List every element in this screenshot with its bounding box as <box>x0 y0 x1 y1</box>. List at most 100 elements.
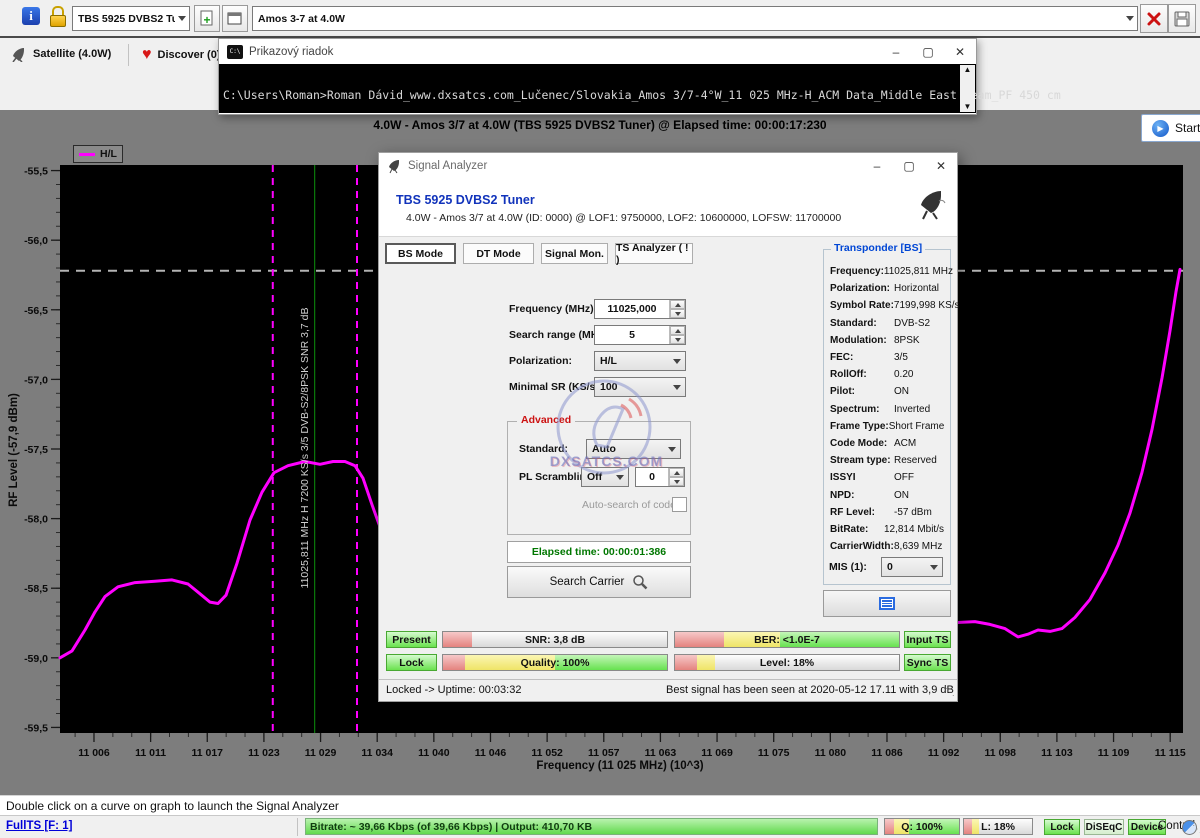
transponder-row: Polarization:Horizontal <box>830 283 944 298</box>
dialog-title: Signal Analyzer <box>408 160 487 172</box>
chevron-down-icon <box>926 565 942 570</box>
svg-text:11 086: 11 086 <box>871 747 903 759</box>
diseqc-button[interactable]: DiSEqC <box>1084 819 1124 835</box>
cmd-maximize-button[interactable]: ▢ <box>912 39 944 64</box>
tab-dt-mode[interactable]: DT Mode <box>463 243 534 264</box>
transponder-list-button[interactable] <box>823 590 951 617</box>
search-range-spinner[interactable]: 5 <box>594 325 686 345</box>
cmd-console[interactable]: C:\Users\Roman>Roman Dávid_www.dxsatcs.c… <box>219 64 976 113</box>
polarization-dropdown[interactable]: H/L <box>594 351 686 371</box>
mis-dropdown[interactable]: 0 <box>881 557 943 577</box>
advanced-title: Advanced <box>517 414 575 426</box>
new-feed-button[interactable]: + <box>194 5 220 32</box>
svg-text:11 075: 11 075 <box>758 747 790 759</box>
save-button[interactable] <box>1168 4 1196 33</box>
satellite-label: Satellite (4.0W) <box>33 48 111 60</box>
spin-up-icon[interactable] <box>669 468 684 477</box>
quality-bar: Quality: 100% <box>442 654 668 671</box>
legend-line-swatch <box>79 153 95 156</box>
app-window: i TBS 5925 DVBS2 Tuner + Amos 3-7 at 4.0… <box>0 0 1200 838</box>
bitrate-progressbar: Bitrate: ~ 39,66 Kbps (of 39,66 Kbps) | … <box>305 818 878 835</box>
cmd-titlebar[interactable]: C:\ Prikazový riadok – ▢ ✕ <box>219 39 976 64</box>
tab-bs-mode[interactable]: BS Mode <box>385 243 456 264</box>
lock-status-button[interactable]: Lock <box>1044 819 1080 835</box>
autosearch-checkbox[interactable] <box>672 497 687 512</box>
tuner-select-value: TBS 5925 DVBS2 Tuner <box>73 13 175 25</box>
transponder-groupbox: Frequency:11025,811 MHz Polarization:Hori… <box>823 249 951 585</box>
present-indicator[interactable]: Present <box>386 631 437 648</box>
transponder-row: Frequency:11025,811 MHz <box>830 266 944 281</box>
mis-value: 0 <box>882 561 926 573</box>
tab-signal-mon[interactable]: Signal Mon. <box>541 243 608 264</box>
legend-label: H/L <box>100 148 117 160</box>
minimal-sr-dropdown[interactable]: 100 <box>594 377 686 397</box>
main-toolbar: i TBS 5925 DVBS2 Tuner + Amos 3-7 at 4.0… <box>0 0 1200 38</box>
chevron-down-icon <box>664 447 680 452</box>
svg-text:11 017: 11 017 <box>191 747 223 759</box>
dialog-titlebar[interactable]: Signal Analyzer – ▢ ✕ <box>379 153 957 179</box>
pl-code-spinner[interactable]: 0 <box>635 467 685 487</box>
svg-text:11 052: 11 052 <box>531 747 563 759</box>
pl-scrambling-value: Off <box>582 471 612 483</box>
quality-mini-bar: Q: 100% <box>884 818 960 835</box>
pl-scrambling-dropdown[interactable]: Off <box>581 467 629 487</box>
discover-label: Discover (0) <box>158 49 221 61</box>
transponder-row: RollOff:0.20 <box>830 369 944 384</box>
spin-down-icon[interactable] <box>670 335 685 344</box>
chevron-down-icon[interactable] <box>1123 16 1137 21</box>
spin-up-icon[interactable] <box>670 326 685 335</box>
polarization-value: H/L <box>595 355 669 367</box>
feed-name-combobox[interactable]: Amos 3-7 at 4.0W <box>252 6 1138 31</box>
spin-up-icon[interactable] <box>670 300 685 309</box>
lock-indicator[interactable]: Lock <box>386 654 437 671</box>
lock-icon[interactable] <box>50 6 66 27</box>
window-button[interactable] <box>222 5 248 32</box>
tab-ts-analyzer[interactable]: TS Analyzer ( ! ) <box>615 243 693 264</box>
transponder-row: Pilot:ON <box>830 386 944 401</box>
sync-ts-indicator[interactable]: Sync TS <box>904 654 951 671</box>
satellite-toolbar-button[interactable]: Satellite (4.0W) <box>10 46 111 62</box>
tuner-select[interactable]: TBS 5925 DVBS2 Tuner <box>72 6 190 31</box>
satellite-dish-logo <box>915 187 947 221</box>
search-range-value: 5 <box>595 326 669 344</box>
dialog-minimize-button[interactable]: – <box>861 154 893 179</box>
info-icon[interactable]: i <box>22 7 40 25</box>
pl-code-value: 0 <box>636 468 668 486</box>
scroll-up-icon[interactable]: ▲ <box>964 65 972 75</box>
dialog-close-button[interactable]: ✕ <box>925 154 957 179</box>
svg-text:-57,0: -57,0 <box>24 374 48 386</box>
transponder-row: Frame Type:Short Frame <box>830 421 944 436</box>
fullts-link[interactable]: FullTS [F: 1] <box>6 820 72 832</box>
scroll-down-icon[interactable]: ▼ <box>964 102 972 112</box>
svg-text:11 103: 11 103 <box>1041 747 1073 759</box>
transponder-row: BitRate:12,814 Mbit/s <box>830 524 944 539</box>
spin-down-icon[interactable] <box>670 309 685 318</box>
play-icon: ▶ <box>1152 120 1169 137</box>
bar-label: Q: 100% <box>885 819 959 834</box>
cmd-minimize-button[interactable]: – <box>880 39 912 64</box>
delete-button[interactable] <box>1140 4 1168 33</box>
spin-down-icon[interactable] <box>669 477 684 486</box>
svg-text:-56,0: -56,0 <box>24 235 48 247</box>
bar-label: SNR: 3,8 dB <box>443 632 667 647</box>
start-button[interactable]: ▶ Start <box>1141 114 1200 142</box>
svg-text:-59,5: -59,5 <box>24 722 48 734</box>
cmd-scrollbar[interactable]: ▲ ▼ <box>960 65 975 112</box>
resize-grip[interactable]: ⋱ <box>945 687 955 698</box>
resize-grip[interactable]: ⋱ <box>1192 824 1200 835</box>
transponder-row: RF Level:-57 dBm <box>830 507 944 522</box>
discover-toolbar-button[interactable]: ♥ Discover (0) <box>142 46 220 64</box>
svg-text:11 057: 11 057 <box>588 747 620 759</box>
cmd-close-button[interactable]: ✕ <box>944 39 976 64</box>
standard-dropdown[interactable]: Auto <box>586 439 681 459</box>
dialog-status-left: Locked -> Uptime: 00:03:32 <box>386 684 521 696</box>
search-carrier-button[interactable]: Search Carrier <box>507 566 691 598</box>
chevron-down-icon <box>612 475 628 480</box>
x-axis-label: Frequency (11 025 MHz) (10^3) <box>536 760 703 772</box>
input-ts-indicator[interactable]: Input TS <box>904 631 951 648</box>
mis-label: MIS (1): <box>829 561 867 573</box>
dialog-maximize-button[interactable]: ▢ <box>893 154 925 179</box>
chevron-down-icon[interactable] <box>175 16 189 21</box>
magnifier-icon <box>632 574 648 590</box>
frequency-spinner[interactable]: 11025,000 <box>594 299 686 319</box>
